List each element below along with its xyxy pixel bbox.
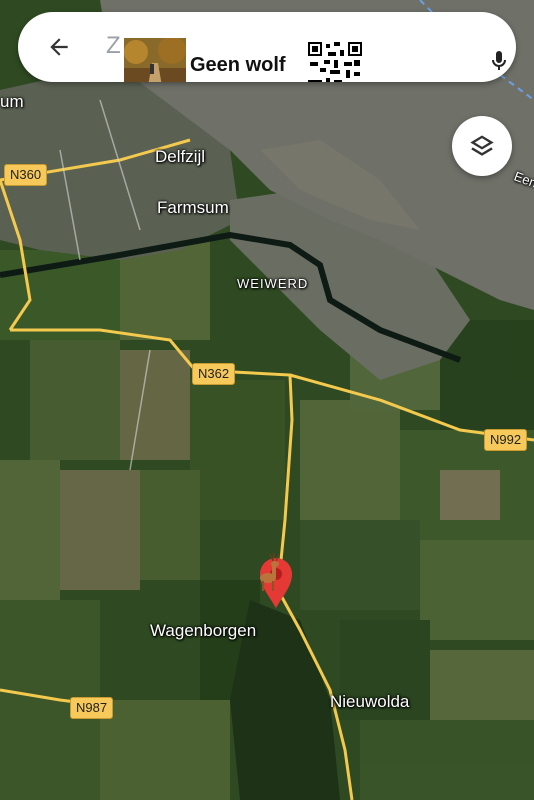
layers-button[interactable]: [452, 116, 512, 176]
road-shield-n987: N987: [70, 697, 114, 719]
qr-code-image: [306, 40, 364, 82]
place-label-delfzijl: Delfzijl: [155, 147, 206, 166]
search-title: Geen wolf: [190, 54, 286, 76]
layers-icon: [470, 135, 494, 156]
search-bar[interactable]: Z Geen wolf: [18, 12, 516, 82]
road-shield-n362: N362: [192, 363, 236, 385]
place-label-wagenborgen: Wagenborgen: [150, 621, 257, 640]
back-button[interactable]: [40, 28, 78, 66]
microphone-button[interactable]: [480, 42, 516, 80]
search-input[interactable]: Z: [106, 32, 121, 60]
deer-pin-marker-icon: [260, 552, 292, 608]
forest-path-thumbnail: [124, 38, 186, 82]
place-label-partial: um: [0, 92, 24, 111]
place-label-farmsum: Farmsum: [157, 198, 229, 217]
satellite-map[interactable]: [0, 0, 534, 800]
microphone-icon: [492, 51, 506, 70]
place-label-nieuwolda: Nieuwolda: [330, 692, 410, 711]
arrow-left-icon: [50, 38, 68, 56]
place-label-weiwerd: WEIWERD: [237, 276, 309, 291]
road-shield-n360: N360: [4, 164, 48, 186]
deer-pin-marker[interactable]: [256, 550, 296, 610]
road-shield-n992: N992: [484, 429, 528, 451]
